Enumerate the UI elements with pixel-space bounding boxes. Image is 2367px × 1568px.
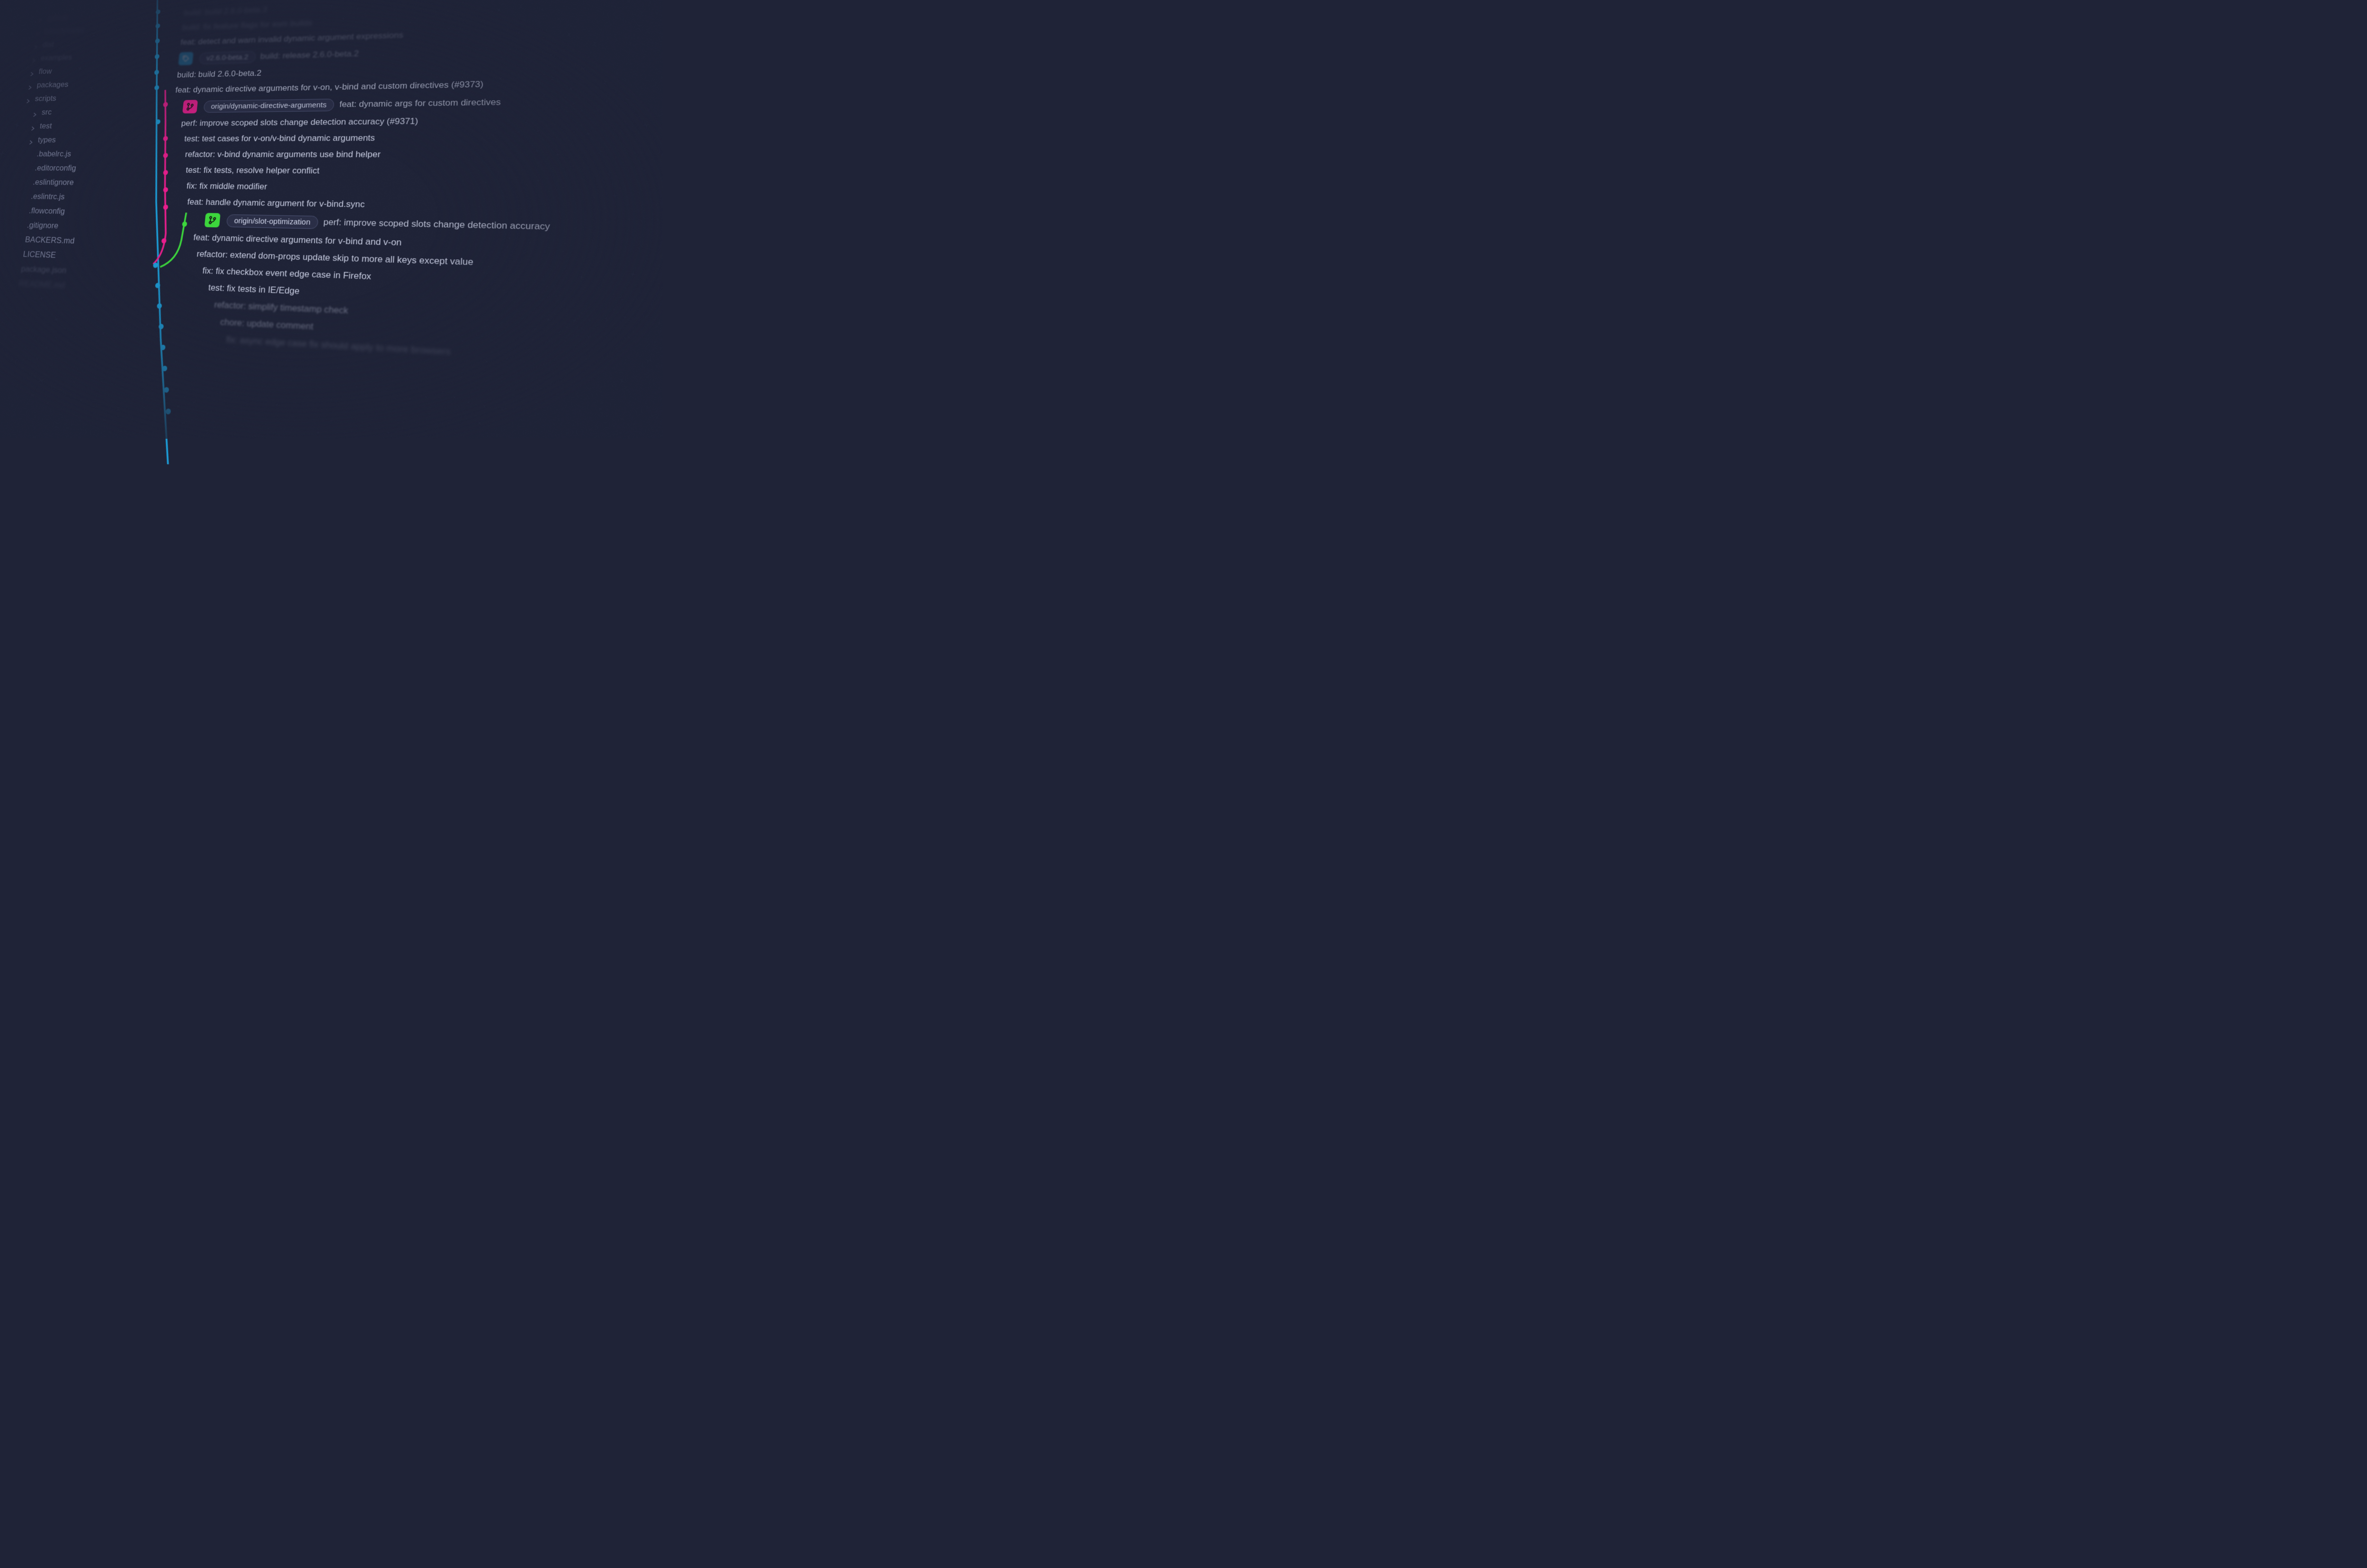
commit-message: fix: fix middle modifier [186, 181, 267, 192]
commit-message: perf: improve scoped slots change detect… [323, 217, 550, 232]
tree-folder[interactable]: test [18, 118, 108, 133]
tree-item-label: LICENSE [22, 249, 56, 260]
tree-item-label: src [41, 107, 52, 117]
commit-message: test: fix tests, resolve helper conflict [185, 165, 320, 176]
commit-message: feat: dynamic args for custom directives [339, 97, 501, 109]
commit-row[interactable]: test: test cases for v-on/v-bind dynamic… [169, 127, 750, 147]
commit-message: feat: dynamic directive arguments for v-… [175, 80, 484, 95]
tree-item-label: flow [38, 67, 53, 76]
chevron-right-icon [36, 29, 40, 34]
tree-item-label: dist [42, 40, 54, 50]
tag-badge[interactable] [178, 52, 193, 65]
commit-message: build: build 2.6.0-beta.3 [183, 5, 267, 18]
tree-folder[interactable]: scripts [22, 90, 112, 106]
commit-message: chore: update comment [220, 317, 313, 333]
commit-list: build: build 2.6.0-beta.3build: fix feat… [86, 0, 754, 379]
commit-message: perf: improve scoped slots change detect… [181, 116, 418, 128]
commit-message: refactor: simplify timestamp check [214, 300, 349, 316]
ref-label[interactable]: origin/dynamic-directive-arguments [203, 98, 335, 113]
commit-message: build: fix feature flags for esm builds [182, 18, 312, 32]
tree-folder[interactable]: flow [26, 63, 115, 79]
commit-message: test: fix tests in IE/Edge [208, 283, 300, 297]
chevron-right-icon [26, 97, 31, 101]
branch-badge[interactable] [182, 100, 198, 114]
tree-item-label: .eslintrc.js [30, 192, 65, 202]
commit-message: feat: handle dynamic argument for v-bind… [187, 197, 365, 210]
chevron-right-icon [37, 17, 42, 21]
commit-row[interactable]: refactor: v-bind dynamic arguments use b… [168, 146, 750, 164]
commit-message: test: test cases for v-on/v-bind dynamic… [184, 133, 375, 144]
tree-item-label: package.json [20, 264, 67, 275]
tree-item-label: packages [36, 80, 69, 90]
tree-item-label: .flowconfig [28, 206, 65, 216]
tree-folder[interactable]: src [20, 105, 110, 120]
tree-file[interactable]: README.md [0, 275, 89, 294]
tree-item-label: README.md [18, 279, 65, 291]
ref-label[interactable]: origin/slot-optimization [226, 214, 319, 229]
tree-file[interactable]: .eslintrc.js [8, 189, 99, 205]
tree-item-label: .gitignore [27, 221, 59, 231]
chevron-right-icon [28, 83, 33, 88]
chevron-right-icon [29, 138, 34, 142]
commit-message: feat: dynamic directive arguments for v-… [193, 232, 402, 248]
tree-item-label: types [37, 135, 56, 145]
tree-file[interactable]: .babelrc.js [14, 147, 105, 161]
commit-message: build: build 2.6.0-beta.2 [177, 69, 262, 80]
commit-message: refactor: v-bind dynamic arguments use b… [185, 150, 381, 160]
ref-label[interactable]: v2.6.0-beta.2 [199, 51, 256, 64]
git-branch-icon [184, 101, 196, 112]
chevron-right-icon [30, 70, 35, 74]
tree-item-label: test [39, 122, 53, 131]
tree-item-label: .github [45, 13, 68, 23]
branch-badge[interactable] [205, 213, 221, 228]
commit-message: build: release 2.6.0-beta.2 [260, 49, 359, 61]
tree-item-label: .eslintignore [32, 177, 74, 187]
tree-folder[interactable]: packages [24, 77, 113, 92]
tree-item-label: .editorconfig [35, 163, 77, 173]
commit-graph-panel: build: build 2.6.0-beta.3build: fix feat… [71, 0, 756, 519]
tree-item-label: examples [40, 53, 73, 63]
git-branch-icon [206, 214, 218, 226]
tree-item-label: scripts [35, 94, 57, 103]
tree-file[interactable]: .gitignore [4, 218, 96, 234]
tag-icon [180, 53, 192, 64]
tree-item-label: benchmarks [44, 26, 85, 36]
tree-file[interactable]: .eslintignore [10, 175, 101, 190]
tree-folder[interactable]: examples [28, 49, 116, 65]
tree-file[interactable]: .editorconfig [12, 161, 103, 176]
chevron-right-icon [33, 110, 37, 115]
tree-folder[interactable]: types [16, 133, 106, 147]
tree-item-label: .babelrc.js [36, 150, 72, 159]
chevron-right-icon [31, 124, 36, 129]
tree-file[interactable]: .flowconfig [6, 204, 98, 220]
tree-item-label: BACKERS.md [25, 235, 75, 246]
chevron-right-icon [32, 56, 36, 61]
chevron-right-icon [34, 43, 38, 47]
